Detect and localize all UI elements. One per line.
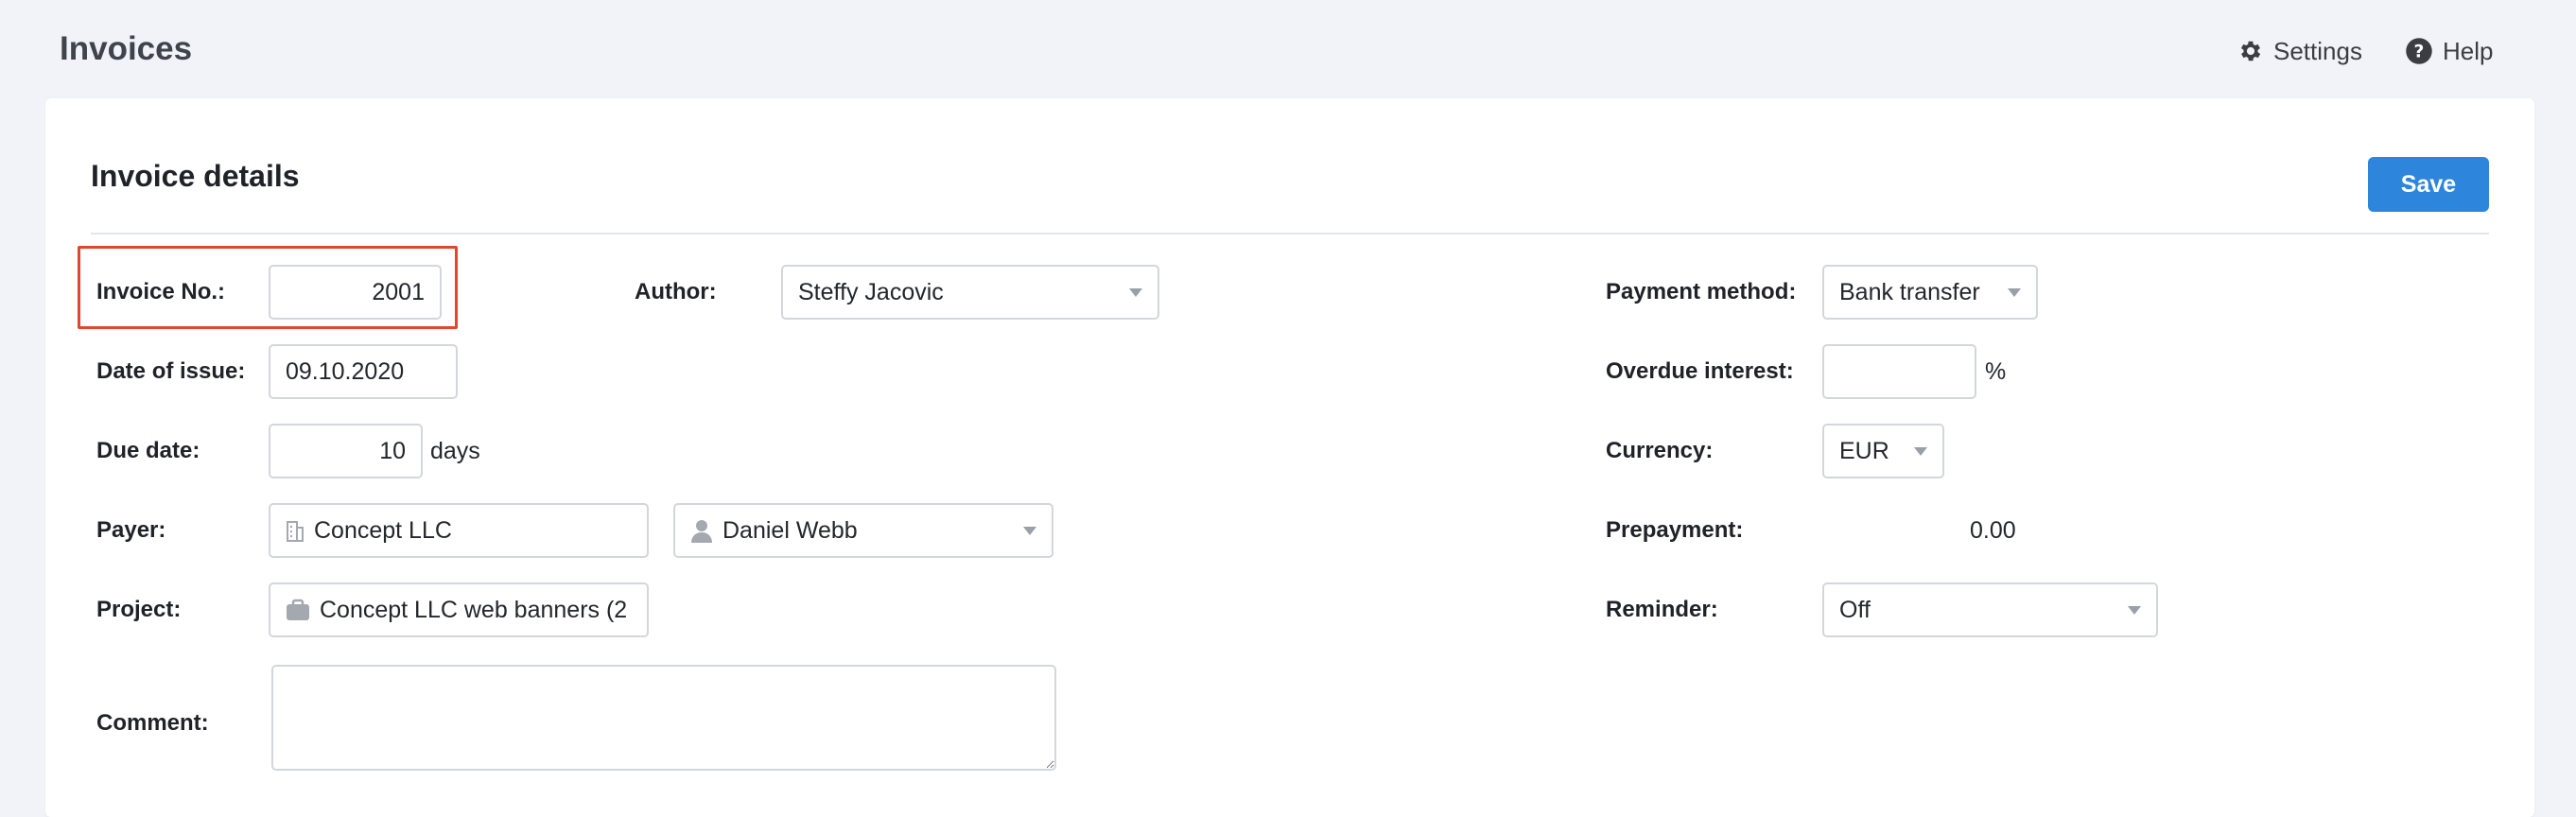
overdue-interest-suffix: % xyxy=(1985,357,2007,385)
date-of-issue-value: 09.10.2020 xyxy=(286,357,405,385)
payer-label: Payer: xyxy=(96,517,166,543)
project-label: Project: xyxy=(96,597,182,622)
gear-icon xyxy=(2240,41,2261,61)
reminder-value: Off xyxy=(1839,596,1871,623)
save-button[interactable]: Save xyxy=(2368,157,2489,212)
chevron-down-icon xyxy=(1023,526,1036,535)
reminder-label: Reminder: xyxy=(1606,597,1718,622)
due-date-value: 10 xyxy=(379,437,406,464)
settings-link[interactable]: Settings xyxy=(2237,34,2362,68)
chevron-down-icon xyxy=(2008,287,2021,297)
currency-label: Currency: xyxy=(1606,438,1714,463)
author-value: Steffy Jacovic xyxy=(798,278,944,305)
due-date-suffix: days xyxy=(430,437,480,464)
payment-method-value: Bank transfer xyxy=(1839,278,1980,305)
currency-value: EUR xyxy=(1839,437,1889,464)
due-date-input[interactable]: 10 xyxy=(269,424,423,478)
invoice-no-value: 2001 xyxy=(372,278,425,305)
comment-label: Comment: xyxy=(96,710,209,736)
section-title: Invoice details xyxy=(91,159,300,193)
help-label: Help xyxy=(2443,36,2494,65)
payment-method-select[interactable]: Bank transfer xyxy=(1822,265,2038,320)
payer-contact-select[interactable]: Daniel Webb xyxy=(673,503,1053,558)
invoice-no-label: Invoice No.: xyxy=(96,279,226,304)
briefcase-icon xyxy=(287,599,309,620)
help-link[interactable]: ? Help xyxy=(2405,34,2493,68)
divider xyxy=(91,233,2489,235)
currency-select[interactable]: EUR xyxy=(1822,424,1944,478)
payer-company-select[interactable]: Concept LLC xyxy=(269,503,649,558)
reminder-select[interactable]: Off xyxy=(1822,582,2158,637)
comment-textarea[interactable] xyxy=(271,665,1056,771)
project-value: Concept LLC web banners (2 xyxy=(320,596,628,623)
author-select[interactable]: Steffy Jacovic xyxy=(781,265,1159,320)
settings-label: Settings xyxy=(2273,36,2362,65)
date-of-issue-input[interactable]: 09.10.2020 xyxy=(269,344,458,399)
due-date-label: Due date: xyxy=(96,438,200,463)
payment-method-label: Payment method: xyxy=(1606,279,1797,304)
help-icon: ? xyxy=(2406,38,2432,64)
chevron-down-icon xyxy=(2128,605,2141,615)
chevron-down-icon xyxy=(1914,446,1927,456)
app-title: Invoices xyxy=(60,30,193,67)
payer-contact-value: Daniel Webb xyxy=(722,516,858,544)
payer-company-value: Concept LLC xyxy=(314,516,452,544)
svg-text:?: ? xyxy=(2414,42,2425,61)
invoice-no-input[interactable]: 2001 xyxy=(269,265,442,320)
overdue-interest-input[interactable] xyxy=(1822,344,1976,399)
person-icon xyxy=(691,520,712,543)
building-icon xyxy=(287,521,304,542)
author-label: Author: xyxy=(635,279,717,304)
project-select[interactable]: Concept LLC web banners (2 xyxy=(269,582,649,637)
top-bar: Invoices Settings ? Help xyxy=(0,0,2576,98)
chevron-down-icon xyxy=(1129,287,1142,297)
overdue-interest-label: Overdue interest: xyxy=(1606,358,1794,384)
prepayment-value: 0.00 xyxy=(1970,516,2016,544)
date-of-issue-label: Date of issue: xyxy=(96,358,246,384)
prepayment-label: Prepayment: xyxy=(1606,517,1744,543)
